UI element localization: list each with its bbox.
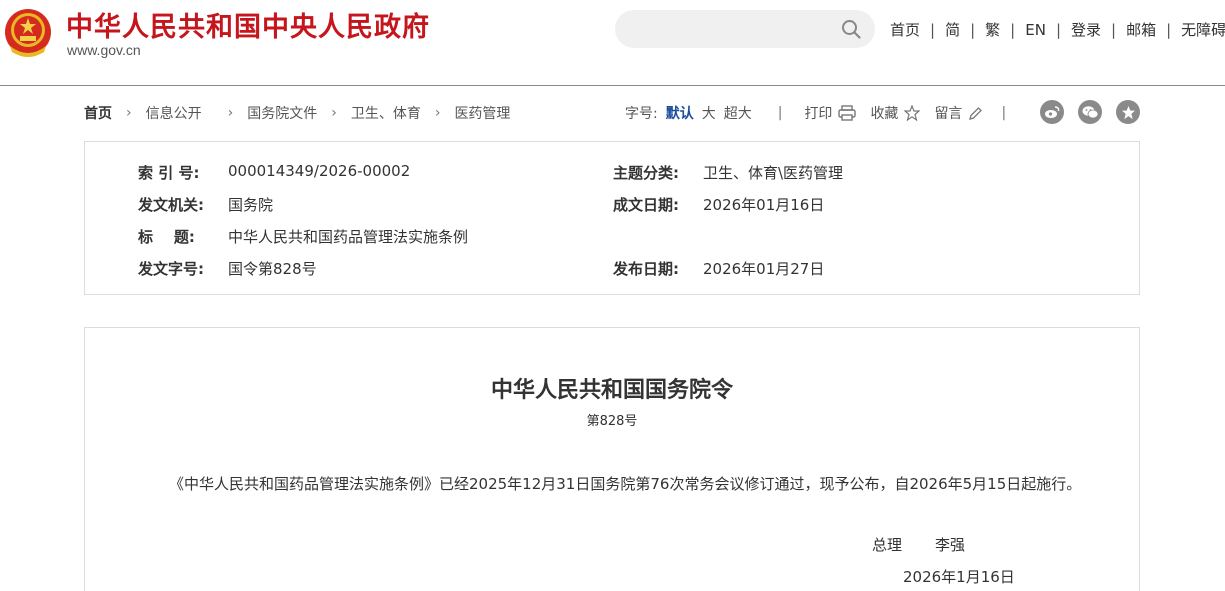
favorite-label: 收藏	[870, 106, 899, 122]
document-content: 中华人民共和国国务院令 第828号 《中华人民共和国药品管理法实施条例》已经20…	[84, 327, 1140, 591]
top-nav: 首页 | 简 | 繁 | EN | 登录 | 邮箱 | 无障碍	[890, 19, 1225, 40]
font-size-xlarge[interactable]: 超大	[724, 103, 752, 123]
divider: |	[777, 105, 783, 121]
info-value: 2026年01月16日	[703, 196, 825, 214]
nav-traditional[interactable]: 繁	[985, 19, 1000, 40]
signer-name: 李强	[935, 536, 966, 554]
info-topic: 主题分类: 卫生、体育\医药管理	[613, 162, 843, 183]
nav-login[interactable]: 登录	[1071, 19, 1101, 40]
info-label: 发布日期:	[613, 260, 679, 278]
info-published: 发布日期: 2026年01月27日	[613, 258, 824, 279]
breadcrumb-item[interactable]: 卫生、体育	[351, 103, 421, 123]
nav-divider: |	[1010, 20, 1016, 39]
site-header: 中华人民共和国中央人民政府 www.gov.cn 首页 | 简 | 繁 | EN…	[0, 0, 1225, 86]
info-value: 国务院	[228, 196, 274, 214]
info-value: 2026年01月27日	[703, 260, 825, 278]
comment-label: 留言	[934, 106, 963, 122]
info-value: 卫生、体育\医药管理	[703, 164, 844, 182]
wechat-icon[interactable]	[1078, 100, 1102, 124]
national-emblem-icon[interactable]	[4, 6, 52, 60]
article-tools: 字号: 默认 大 超大 | 打印 收藏 留言 |	[625, 103, 1006, 123]
nav-accessibility[interactable]: 无障碍	[1181, 19, 1225, 40]
font-size-default[interactable]: 默认	[666, 103, 694, 123]
breadcrumb-item[interactable]: 医药管理	[454, 103, 510, 123]
print-label: 打印	[804, 106, 833, 122]
nav-divider: |	[930, 20, 936, 39]
info-label: 主题分类:	[613, 164, 679, 182]
info-created: 成文日期: 2026年01月16日	[613, 194, 824, 215]
font-size-label: 字号:	[625, 106, 658, 122]
search-icon[interactable]	[841, 19, 861, 39]
signer-role: 总理	[872, 536, 903, 554]
info-value: 国令第828号	[228, 260, 317, 278]
breadcrumb-item[interactable]: 国务院文件	[247, 103, 317, 123]
pencil-icon	[969, 106, 983, 120]
info-title: 标 题: 中华人民共和国药品管理法实施条例	[138, 226, 468, 247]
info-docno: 发文字号: 国令第828号	[138, 258, 317, 279]
document-title: 中华人民共和国国务院令	[490, 377, 733, 403]
info-label: 发文机关:	[138, 196, 204, 214]
document-number: 第828号	[586, 414, 638, 429]
info-label: 标 题:	[138, 228, 195, 246]
nav-divider: |	[970, 20, 976, 39]
document-body: 《中华人民共和国药品管理法实施条例》已经2025年12月31日国务院第76次常务…	[169, 475, 1082, 493]
favorite-button[interactable]: 收藏	[870, 103, 921, 123]
comment-button[interactable]: 留言	[934, 103, 983, 123]
chevron-right-icon: ›	[331, 105, 337, 121]
chevron-right-icon: ›	[434, 105, 441, 121]
divider: |	[1001, 105, 1007, 121]
breadcrumb-home[interactable]: 首页	[84, 103, 112, 123]
search-input[interactable]	[615, 10, 875, 48]
info-index: 索 引 号: 000014349/2026-00002	[138, 162, 410, 183]
star-icon	[904, 105, 921, 121]
info-label: 索 引 号:	[138, 164, 200, 182]
chevron-right-icon: ›	[126, 105, 132, 121]
print-button[interactable]: 打印	[804, 103, 857, 123]
site-url[interactable]: www.gov.cn	[67, 42, 141, 58]
info-value: 000014349/2026-00002	[228, 162, 411, 180]
sign-date: 2026年1月16日	[903, 568, 1015, 586]
nav-home[interactable]: 首页	[890, 19, 920, 40]
site-title[interactable]: 中华人民共和国中央人民政府	[66, 5, 430, 44]
printer-icon	[838, 105, 857, 121]
chevron-right-icon: ›	[227, 105, 234, 121]
font-size-large[interactable]: 大	[702, 103, 716, 123]
info-label: 成文日期:	[613, 196, 679, 214]
nav-english[interactable]: EN	[1025, 21, 1046, 39]
breadcrumb-item[interactable]: 信息公开	[146, 103, 202, 123]
nav-divider: |	[1166, 20, 1172, 39]
info-issuer: 发文机关: 国务院	[138, 194, 273, 215]
nav-divider: |	[1055, 20, 1061, 39]
info-label: 发文字号:	[138, 260, 204, 278]
qzone-icon[interactable]	[1116, 100, 1140, 124]
nav-mail[interactable]: 邮箱	[1126, 19, 1156, 40]
breadcrumb: 首页 › 信息公开 › 国务院文件 › 卫生、体育 › 医药管理	[84, 103, 510, 123]
document-info-table: 索 引 号: 000014349/2026-00002 主题分类: 卫生、体育\…	[84, 141, 1140, 295]
nav-divider: |	[1111, 20, 1117, 39]
info-value: 中华人民共和国药品管理法实施条例	[228, 228, 469, 246]
nav-simplified[interactable]: 简	[945, 19, 960, 40]
weibo-icon[interactable]	[1040, 100, 1064, 124]
